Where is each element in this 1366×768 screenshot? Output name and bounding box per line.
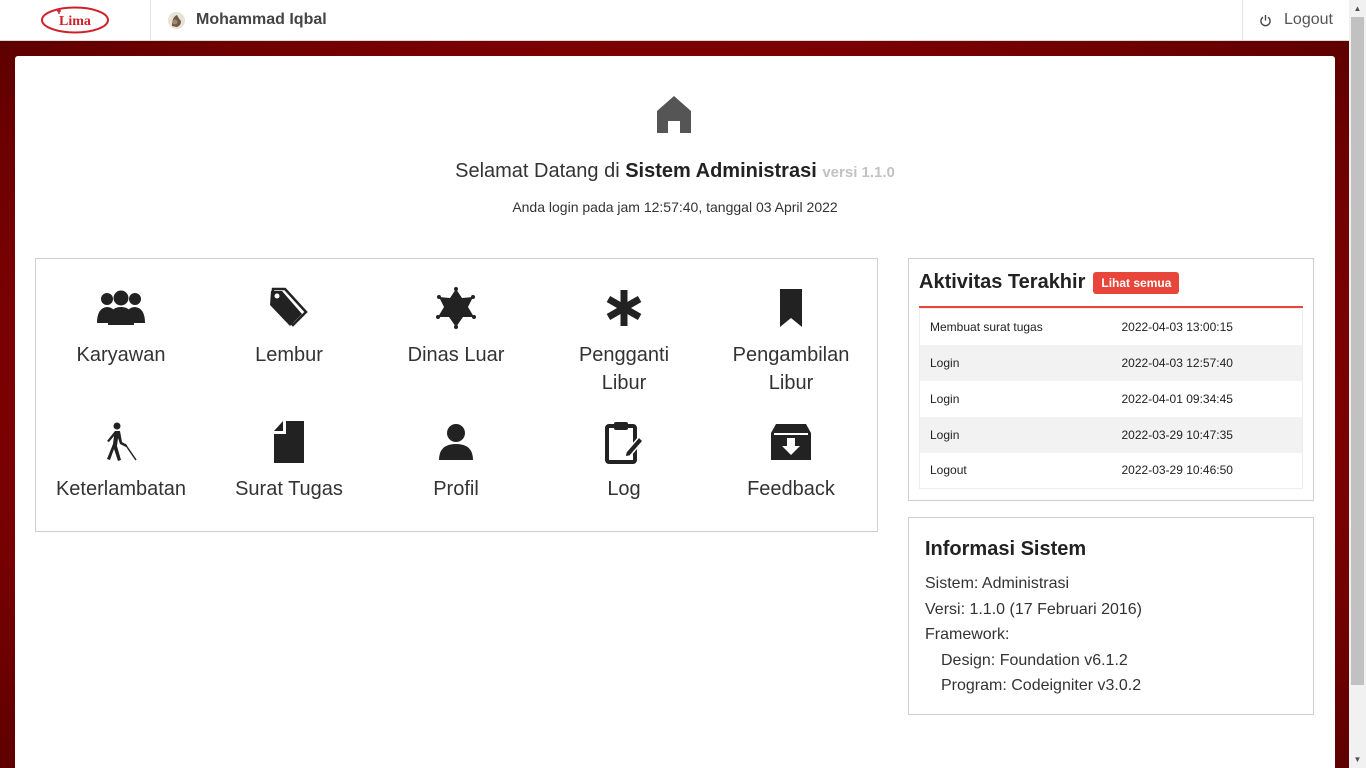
table-row: Login 2022-04-03 12:57:40 [919,344,1303,381]
activity-action: Login [919,416,1112,453]
menu-label: Pengganti Libur [578,344,670,394]
info-program: Program: Codeigniter v3.0.2 [941,677,1142,694]
welcome-prefix: Selamat Datang di [455,160,626,182]
menu-label: Feedback [747,478,835,500]
menu-label: Profil [433,478,479,500]
menu-item-lembur[interactable]: Lembur [205,286,373,369]
info-design: Design: Foundation v6.1.2 [941,651,1128,669]
menu-item-pengganti-libur[interactable]: Pengganti Libur [540,286,708,397]
menu-label: Lembur [255,344,323,366]
user-name: Mohammad Iqbal [196,11,327,28]
home-icon [656,95,692,138]
menu-item-keterlambatan[interactable]: Keterlambatan [37,420,205,503]
activity-panel: Aktivitas Terakhir Lihat semua Membuat s… [908,258,1314,501]
info-versi: Versi: 1.1.0 (17 Februari 2016) [925,600,1143,618]
brand-logo[interactable]: Lima [0,0,151,40]
view-all-button[interactable]: Lihat semua [1093,271,1180,294]
activity-time: 2022-03-29 10:46:50 [1121,463,1233,478]
info-title: Informasi Sistem [925,538,1087,560]
info-framework: Framework: [925,626,1010,643]
system-info-panel: Informasi Sistem Sistem: Administrasi Ve… [908,517,1314,715]
page-scrollbar[interactable]: ▲ ▼ [1349,0,1366,768]
menu-label: Dinas Luar [407,344,505,366]
activity-action: Membuat surat tugas [930,319,1043,334]
table-row: Login 2022-04-01 09:34:45 [920,381,1303,417]
users-icon [37,286,205,330]
activity-time: 2022-04-03 12:57:40 [1111,344,1303,381]
menu-item-feedback[interactable]: Feedback [707,420,875,503]
menu-item-pengambilan-libur[interactable]: Pengambilan Libur [707,286,875,397]
blind-walking-icon [37,420,205,464]
menu-grid: Karyawan Lembur Dinas Luar Pengganti Lib… [35,258,878,532]
menu-label: Surat Tugas [235,478,343,500]
lima-logo-icon: Lima [41,6,109,34]
menu-label: Karyawan [76,344,166,366]
user-icon [372,420,540,464]
clipboard-pencil-icon [540,420,708,464]
table-row: Login 2022-03-29 10:47:35 [919,416,1303,453]
power-icon [1260,14,1271,26]
info-sistem: Sistem: Administrasi [925,575,1070,592]
activity-time: 2022-04-01 09:34:45 [1121,391,1233,406]
menu-item-surat-tugas[interactable]: Surat Tugas [205,420,373,503]
menu-label: Keterlambatan [55,478,187,500]
menu-item-dinas-luar[interactable]: Dinas Luar [372,286,540,369]
avatar [167,11,186,30]
asterisk-icon [540,286,708,330]
activity-action: Logout [930,463,967,478]
menu-label: Log [607,478,641,500]
version-label: versi 1.1.0 [822,164,895,181]
table-row: Membuat surat tugas 2022-04-03 13:00:15 [920,309,1303,345]
activity-time: 2022-03-29 10:47:35 [1111,416,1303,453]
menu-item-karyawan[interactable]: Karyawan [37,286,205,369]
background-frame: Selamat Datang di Sistem Administrasi ve… [0,41,1349,768]
logo-text: Lima [59,14,91,29]
scroll-up-icon[interactable]: ▲ [1349,0,1366,17]
sheriff-star-icon [372,286,540,330]
activity-action: Login [919,344,1112,381]
table-row: Logout 2022-03-29 10:46:50 [920,453,1303,489]
scroll-down-icon[interactable]: ▼ [1349,751,1366,768]
menu-item-profil[interactable]: Profil [372,420,540,503]
logout-button[interactable]: Logout [1242,0,1349,40]
system-name: Sistem Administrasi [625,160,817,182]
login-info: Anda login pada jam 12:57:40, tanggal 03… [512,199,838,215]
activity-table: Membuat surat tugas 2022-04-03 13:00:15 … [919,308,1303,489]
bookmark-icon [707,286,875,330]
archive-download-icon [707,420,875,464]
top-bar: Lima Mohammad Iqbal Logout [0,0,1349,41]
welcome-title: Selamat Datang di Sistem Administrasi ve… [15,160,1335,183]
menu-label: Pengambilan Libur [732,344,850,394]
user-menu[interactable]: Mohammad Iqbal [151,0,327,40]
main-panel: Selamat Datang di Sistem Administrasi ve… [15,56,1335,768]
menu-item-log[interactable]: Log [540,420,708,503]
activity-title: Aktivitas Terakhir [919,271,1086,293]
logout-label: Logout [1284,11,1333,28]
page-icon [205,420,373,464]
tags-icon [205,286,373,330]
scrollbar-thumb[interactable] [1351,17,1364,685]
activity-time: 2022-04-03 13:00:15 [1121,319,1233,334]
activity-action: Login [930,391,960,406]
